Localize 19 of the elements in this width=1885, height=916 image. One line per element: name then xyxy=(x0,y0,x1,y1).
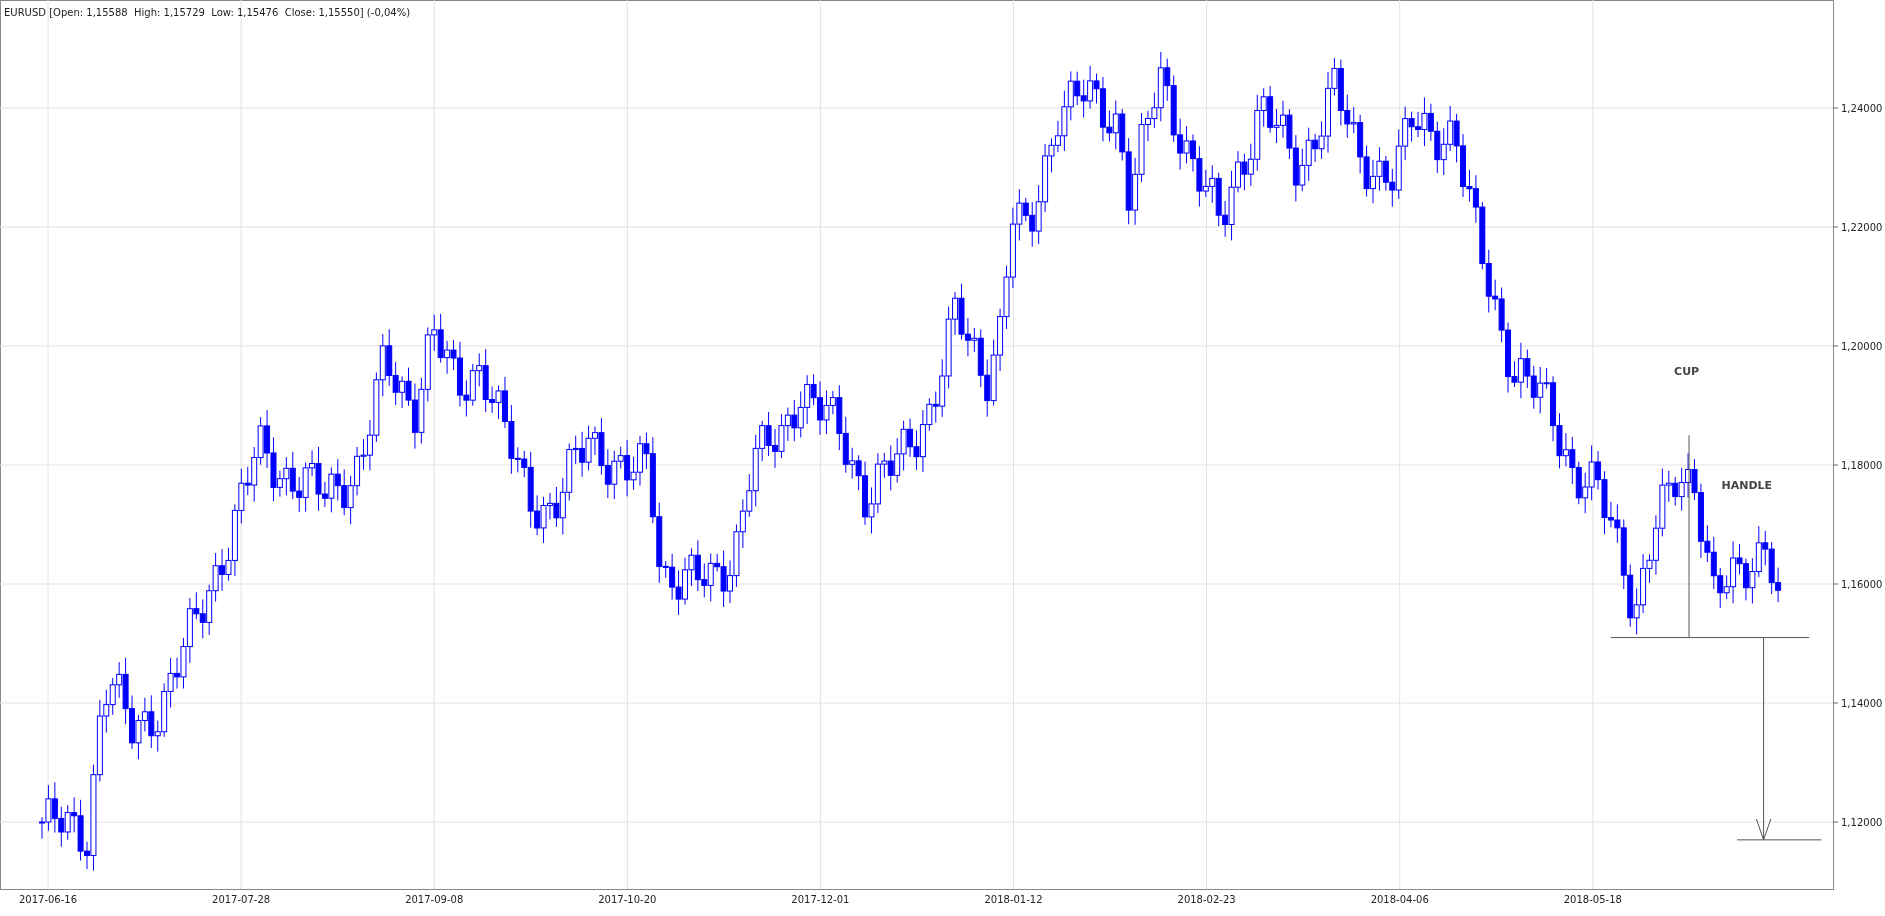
x-axis-label: 2017-06-16 xyxy=(18,894,78,905)
chart-annotation: CUP xyxy=(1674,365,1700,379)
x-axis-label: 2018-05-18 xyxy=(1563,894,1622,905)
x-axis-label: 2018-02-23 xyxy=(1177,894,1236,905)
y-axis-label: 1,20000 xyxy=(1841,341,1883,352)
y-axis-label: 1,12000 xyxy=(1841,817,1883,828)
chart-annotation: HANDLE xyxy=(1721,479,1773,493)
y-axis-label: 1,14000 xyxy=(1841,698,1883,709)
y-axis-label: 1,16000 xyxy=(1841,579,1883,590)
x-axis-label: 2017-09-08 xyxy=(405,894,464,905)
x-axis-label: 2017-07-28 xyxy=(212,894,271,905)
y-axis-label: 1,18000 xyxy=(1841,460,1883,471)
y-axis-label: 1,22000 xyxy=(1841,222,1883,233)
chart-title: EURUSD [Open: 1,15588 High: 1,15729 Low: 1,15476 Close: 1,15550] (-0,04%) xyxy=(4,7,411,18)
x-axis-label: 2018-04-06 xyxy=(1370,894,1429,905)
x-axis-label: 2017-12-01 xyxy=(791,894,850,905)
y-axis-label: 1,24000 xyxy=(1841,103,1883,114)
x-axis-label: 2017-10-20 xyxy=(598,894,657,905)
x-axis-label: 2018-01-12 xyxy=(984,894,1043,905)
